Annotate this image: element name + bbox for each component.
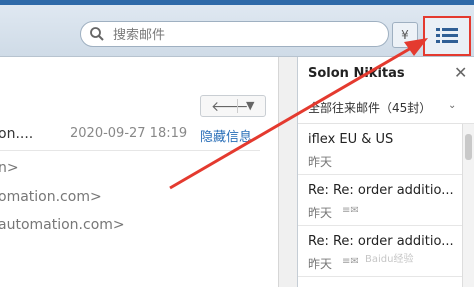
hide-info-link[interactable]: 隐藏信息 <box>200 126 252 145</box>
mail-subject: Re: Re: order additio... <box>308 183 454 198</box>
recipient-line: omation.com> <box>0 189 102 205</box>
mail-subject: iflex EU & US <box>308 132 394 147</box>
mail-date: 昨天 <box>308 206 333 220</box>
dropdown-triangle-icon[interactable]: ▼ <box>246 99 254 112</box>
search-icon <box>90 27 104 41</box>
close-icon[interactable]: ✕ <box>454 63 467 82</box>
message-scrollbar[interactable] <box>278 57 297 287</box>
contact-mail-list-button[interactable] <box>423 16 471 56</box>
message-date: 2020-09-27 18:19 <box>70 126 188 141</box>
mail-list-item[interactable]: Re: Re: order additio... 昨天 ≡✉ <box>298 175 462 226</box>
search-options-button[interactable]: ¥ <box>392 22 418 48</box>
search-box[interactable] <box>80 21 389 47</box>
chevron-down-double-icon: ¥ <box>401 28 409 42</box>
scrollbar-thumb[interactable] <box>465 134 472 160</box>
mail-filter-select[interactable]: 全部往来邮件（45封） <box>308 99 431 116</box>
message-content <box>0 57 278 287</box>
mail-date: 昨天 <box>308 257 333 271</box>
watermark: Baidu经验 <box>365 254 414 265</box>
recipient-line: n> <box>0 160 19 176</box>
recipient-line: automation.com> <box>0 217 125 233</box>
reply-envelope-icon: ≡✉ <box>342 205 359 216</box>
message-pane: 🡐 ▼ on.... 2020-09-27 18:19 隐藏信息 n> omat… <box>0 57 298 287</box>
mail-list-item[interactable]: iflex EU & US 昨天 <box>298 124 462 175</box>
search-input[interactable] <box>111 24 385 46</box>
reply-icon[interactable]: 🡐 <box>211 98 249 115</box>
reply-button-group: 🡐 ▼ <box>200 95 266 117</box>
contact-name: Solon Nikitas <box>308 66 405 81</box>
panel-scrollbar[interactable] <box>462 124 474 287</box>
toolbar: ¥ <box>0 5 474 57</box>
header-divider <box>0 150 260 151</box>
button-divider <box>237 99 238 113</box>
mail-date: 昨天 <box>308 155 333 169</box>
list-icon <box>436 28 458 43</box>
mail-subject: Re: Re: order additio... <box>308 234 454 249</box>
reply-envelope-icon: ≡✉ <box>342 256 359 267</box>
sender-name: on.... <box>0 126 34 142</box>
chevron-down-icon[interactable]: ⌄ <box>448 100 456 111</box>
